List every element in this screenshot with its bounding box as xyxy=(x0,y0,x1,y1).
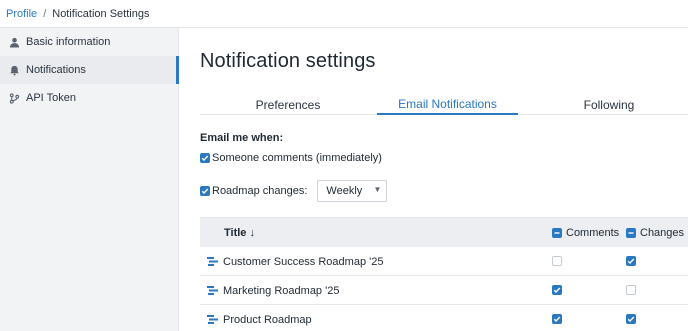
roadmap-icon xyxy=(207,314,218,325)
page-title: Notification settings xyxy=(200,50,376,72)
sidebar: Basic information Notifications API Toke… xyxy=(0,28,179,331)
title-column-header[interactable]: Title ↓ xyxy=(224,227,255,239)
row-comments-checkbox[interactable] xyxy=(552,285,562,295)
frequency-select[interactable]: Weekly ▼ xyxy=(317,180,388,202)
table-row[interactable]: Customer Success Roadmap '25 xyxy=(200,247,688,276)
sidebar-item-label: API Token xyxy=(26,92,76,104)
someone-comments-checkbox[interactable] xyxy=(200,153,210,163)
sidebar-item-api-token[interactable]: API Token xyxy=(0,84,178,112)
tab-following[interactable]: Following xyxy=(519,94,688,115)
someone-comments-option: Someone comments (immediately) xyxy=(200,152,382,164)
sidebar-item-notifications[interactable]: Notifications xyxy=(0,56,179,84)
comments-header-label: Comments xyxy=(566,227,620,239)
branch-icon xyxy=(8,92,20,104)
roadmap-changes-option: Roadmap changes: Weekly ▼ xyxy=(200,180,388,202)
roadmap-icon xyxy=(207,285,218,296)
someone-comments-label: Someone comments (immediately) xyxy=(212,152,382,164)
row-changes-checkbox[interactable] xyxy=(626,314,636,324)
roadmaps-table: Title ↓ Comments Changes Customer Succes… xyxy=(200,217,688,331)
bell-icon xyxy=(8,64,20,76)
changes-column-header: Changes xyxy=(626,227,684,239)
roadmap-changes-label: Roadmap changes: xyxy=(212,185,308,197)
row-changes-checkbox[interactable] xyxy=(626,285,636,295)
row-comments-checkbox[interactable] xyxy=(552,314,562,324)
table-row[interactable]: Product Roadmap xyxy=(200,305,688,331)
comments-select-all-checkbox[interactable] xyxy=(552,228,562,238)
caret-down-icon: ▼ xyxy=(373,185,382,194)
breadcrumb-profile-link[interactable]: Profile xyxy=(6,8,37,20)
sidebar-item-label: Notifications xyxy=(26,64,86,76)
sidebar-item-label: Basic information xyxy=(26,36,111,48)
table-body: Customer Success Roadmap '25 Marketing Ro… xyxy=(200,247,688,331)
table-header: Title ↓ Comments Changes xyxy=(200,217,688,247)
breadcrumb: Profile / Notification Settings xyxy=(0,0,688,28)
roadmap-icon xyxy=(207,256,218,267)
tab-preferences[interactable]: Preferences xyxy=(200,94,376,115)
row-title[interactable]: Customer Success Roadmap '25 xyxy=(223,256,383,268)
changes-header-label: Changes xyxy=(640,227,685,239)
comments-column-header: Comments xyxy=(552,227,619,239)
tab-bar: Preferences Email Notifications Followin… xyxy=(200,94,688,115)
main-content: Notification settings Preferences Email … xyxy=(180,28,688,331)
row-title[interactable]: Marketing Roadmap '25 xyxy=(223,285,339,297)
user-icon xyxy=(8,36,20,48)
tab-email-notifications[interactable]: Email Notifications xyxy=(377,94,518,115)
breadcrumb-current: Notification Settings xyxy=(52,7,150,20)
table-row[interactable]: Marketing Roadmap '25 xyxy=(200,276,688,305)
sidebar-item-basic-information[interactable]: Basic information xyxy=(0,28,178,56)
breadcrumb-separator: / xyxy=(43,7,47,20)
row-comments-checkbox[interactable] xyxy=(552,256,562,266)
row-title[interactable]: Product Roadmap xyxy=(223,314,312,326)
row-changes-checkbox[interactable] xyxy=(626,256,636,266)
roadmap-changes-checkbox[interactable] xyxy=(200,186,210,196)
changes-select-all-checkbox[interactable] xyxy=(626,228,636,238)
frequency-select-value: Weekly xyxy=(326,185,363,197)
email-me-when-heading: Email me when: xyxy=(200,132,284,144)
